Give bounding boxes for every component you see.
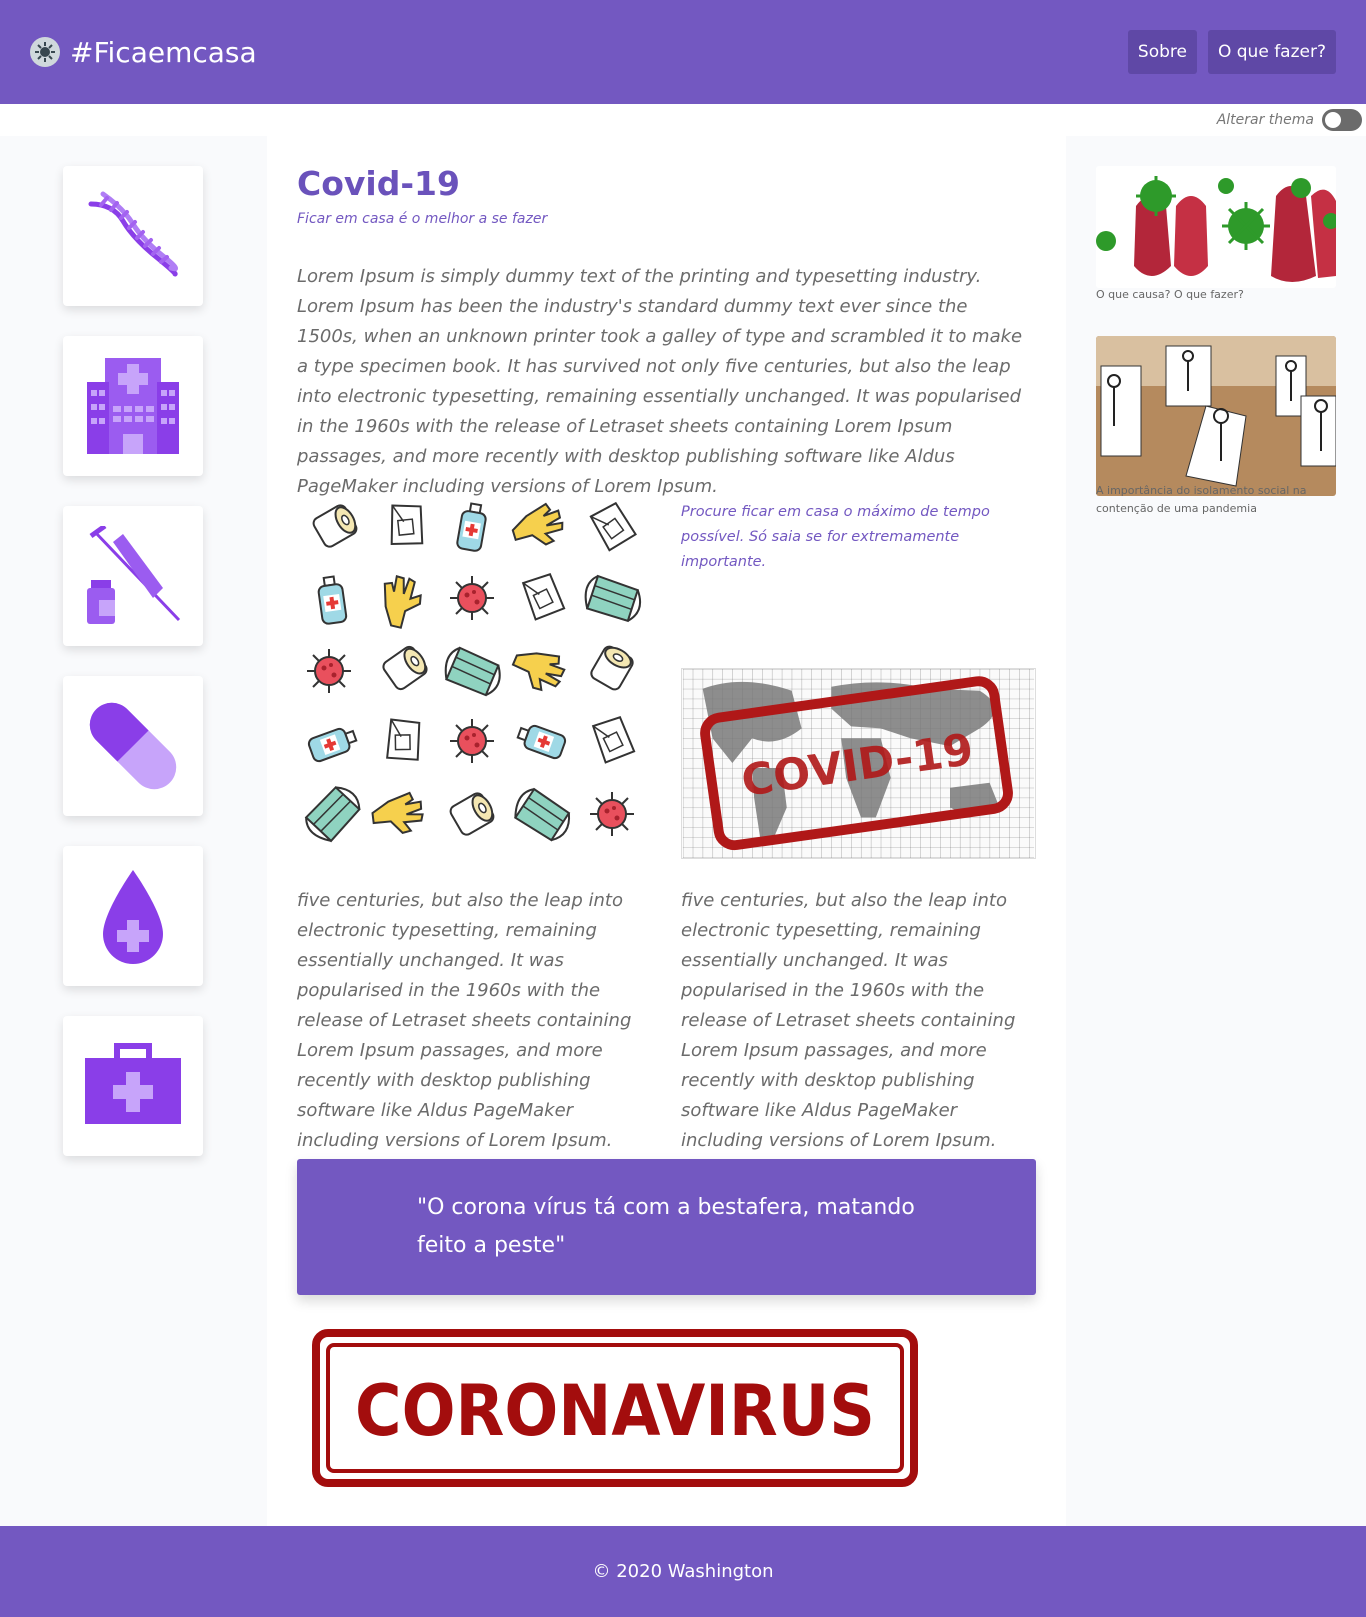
icon-card-syringe[interactable] bbox=[63, 506, 203, 646]
social-isolation-image[interactable] bbox=[1096, 336, 1336, 496]
virus-lungs-image[interactable] bbox=[1096, 166, 1336, 288]
theme-toggle-switch[interactable] bbox=[1322, 109, 1362, 131]
syringe-icon bbox=[87, 526, 181, 624]
pill-icon bbox=[89, 702, 177, 790]
page-subtitle: Ficar em casa é o melhor a se fazer bbox=[297, 211, 548, 227]
top-navbar: #Ficaemcasa Sobre O que fazer? bbox=[0, 0, 1366, 104]
right-sidebar: O que causa? O que fazer? A importância … bbox=[1066, 136, 1366, 1526]
main-nav: Sobre O que fazer? bbox=[1127, 30, 1336, 74]
text-column-left: five centuries, but also the leap into e… bbox=[297, 890, 632, 1151]
nav-sobre-button[interactable]: Sobre bbox=[1127, 30, 1197, 74]
text-column-right: five centuries, but also the leap into e… bbox=[681, 890, 1016, 1151]
icon-card-firstaid[interactable] bbox=[63, 1016, 203, 1156]
footer: © 2020 Washington bbox=[0, 1526, 1366, 1617]
first-aid-kit-icon bbox=[85, 1043, 181, 1124]
brand-title: #Ficaemcasa bbox=[70, 35, 257, 69]
virus-logo-icon bbox=[30, 37, 60, 67]
aside-caption-1: O que causa? O que fazer? bbox=[1096, 288, 1244, 301]
covid-stamp-map-image: COVID-19 bbox=[681, 668, 1036, 859]
icon-card-hospital[interactable] bbox=[63, 336, 203, 476]
stay-home-note: Procure ficar em casa o máximo de tempo … bbox=[681, 504, 990, 570]
hospital-icon bbox=[87, 358, 179, 454]
pandemic-items-illustration bbox=[298, 496, 648, 850]
icon-card-blood[interactable] bbox=[63, 846, 203, 986]
quote-text: "O corona vírus tá com a bestafera, mata… bbox=[417, 1195, 915, 1258]
lead-paragraph: Lorem Ipsum is simply dummy text of the … bbox=[297, 266, 1023, 497]
quote-box: "O corona vírus tá com a bestafera, mata… bbox=[297, 1159, 1036, 1295]
coronavirus-stamp-text: CORONAVIRUS bbox=[355, 1370, 875, 1452]
icon-card-pill[interactable] bbox=[63, 676, 203, 816]
icon-card-dna[interactable] bbox=[63, 166, 203, 306]
blood-drop-icon bbox=[103, 870, 163, 964]
footer-copyright: © 2020 Washington bbox=[592, 1561, 774, 1582]
aside-caption-2: A importância do isolamento social na co… bbox=[1096, 484, 1307, 515]
nav-o-que-fazer-button[interactable]: O que fazer? bbox=[1207, 30, 1336, 74]
brand[interactable]: #Ficaemcasa bbox=[30, 36, 257, 69]
page-title: Covid-19 bbox=[297, 164, 460, 203]
theme-toggle-label: Alterar thema bbox=[1216, 112, 1314, 128]
theme-bar: Alterar thema bbox=[0, 104, 1366, 136]
toggle-knob bbox=[1325, 112, 1341, 128]
icon-sidebar bbox=[0, 136, 267, 1526]
main-content: Covid-19 Ficar em casa é o melhor a se f… bbox=[267, 136, 1066, 1526]
dna-icon bbox=[88, 191, 178, 277]
coronavirus-stamp-image: CORONAVIRUS bbox=[312, 1329, 918, 1487]
